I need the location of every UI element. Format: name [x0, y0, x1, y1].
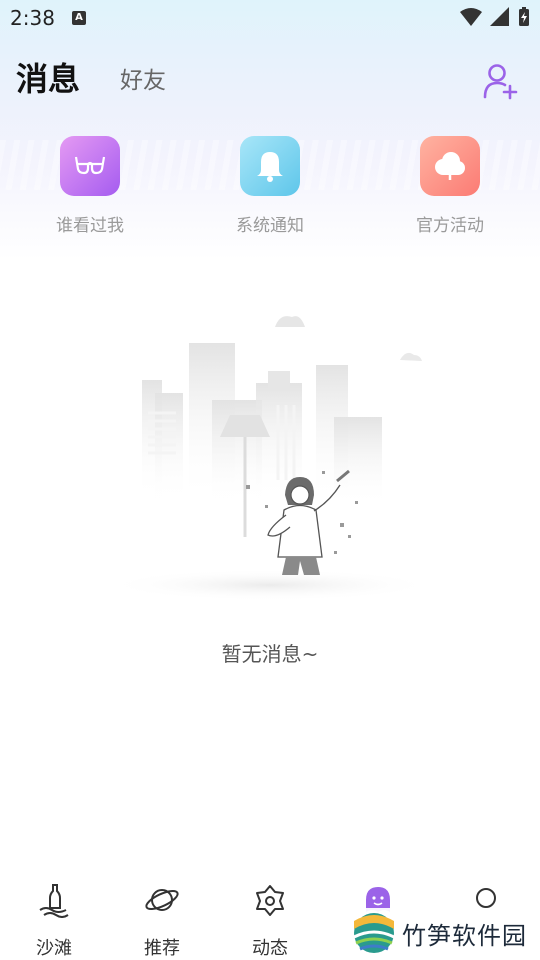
- status-bar: 2:38 A: [0, 0, 540, 36]
- entry-label: 官方活动: [416, 216, 484, 236]
- battery-icon: [519, 7, 529, 26]
- watermark: 竹笋软件园: [352, 908, 540, 958]
- nav-label: 推荐: [144, 938, 180, 959]
- cloud-icon: [420, 136, 480, 196]
- nav-label: 沙滩: [36, 938, 72, 959]
- bottle-icon: [39, 884, 69, 918]
- entry-label: 谁看过我: [56, 216, 124, 236]
- nav-recommend[interactable]: 推荐: [108, 882, 216, 960]
- watermark-text: 竹笋软件园: [402, 921, 527, 950]
- notification-icon: A: [72, 11, 86, 25]
- nav-beach[interactable]: 沙滩: [0, 882, 108, 960]
- nav-moments[interactable]: 动态: [216, 882, 324, 960]
- planet-icon: [145, 889, 179, 911]
- status-time: 2:38: [10, 6, 55, 30]
- nav-label: 动态: [252, 938, 288, 959]
- flower-icon: [256, 885, 284, 916]
- entry-who-viewed-me[interactable]: 谁看过我: [30, 136, 150, 236]
- signal-icon: [490, 7, 509, 26]
- empty-illustration: [100, 305, 440, 605]
- wifi-icon: [460, 8, 482, 26]
- tab-messages[interactable]: 消息: [16, 54, 80, 100]
- tab-friends[interactable]: 好友: [120, 61, 166, 95]
- watermark-logo-icon: [353, 913, 395, 953]
- quick-entries: 谁看过我 系统通知 官方活动: [0, 136, 540, 236]
- bell-icon: [240, 136, 300, 196]
- status-icons: [460, 7, 530, 27]
- page-header: 消息 好友: [0, 50, 540, 100]
- entry-system-notice[interactable]: 系统通知: [210, 136, 330, 236]
- empty-state-message: 暂无消息~: [221, 642, 319, 666]
- add-friend-button[interactable]: [480, 62, 520, 102]
- entry-label: 系统通知: [236, 216, 304, 236]
- entry-official-events[interactable]: 官方活动: [390, 136, 510, 236]
- glasses-icon: [60, 136, 120, 196]
- add-user-icon: [483, 64, 518, 100]
